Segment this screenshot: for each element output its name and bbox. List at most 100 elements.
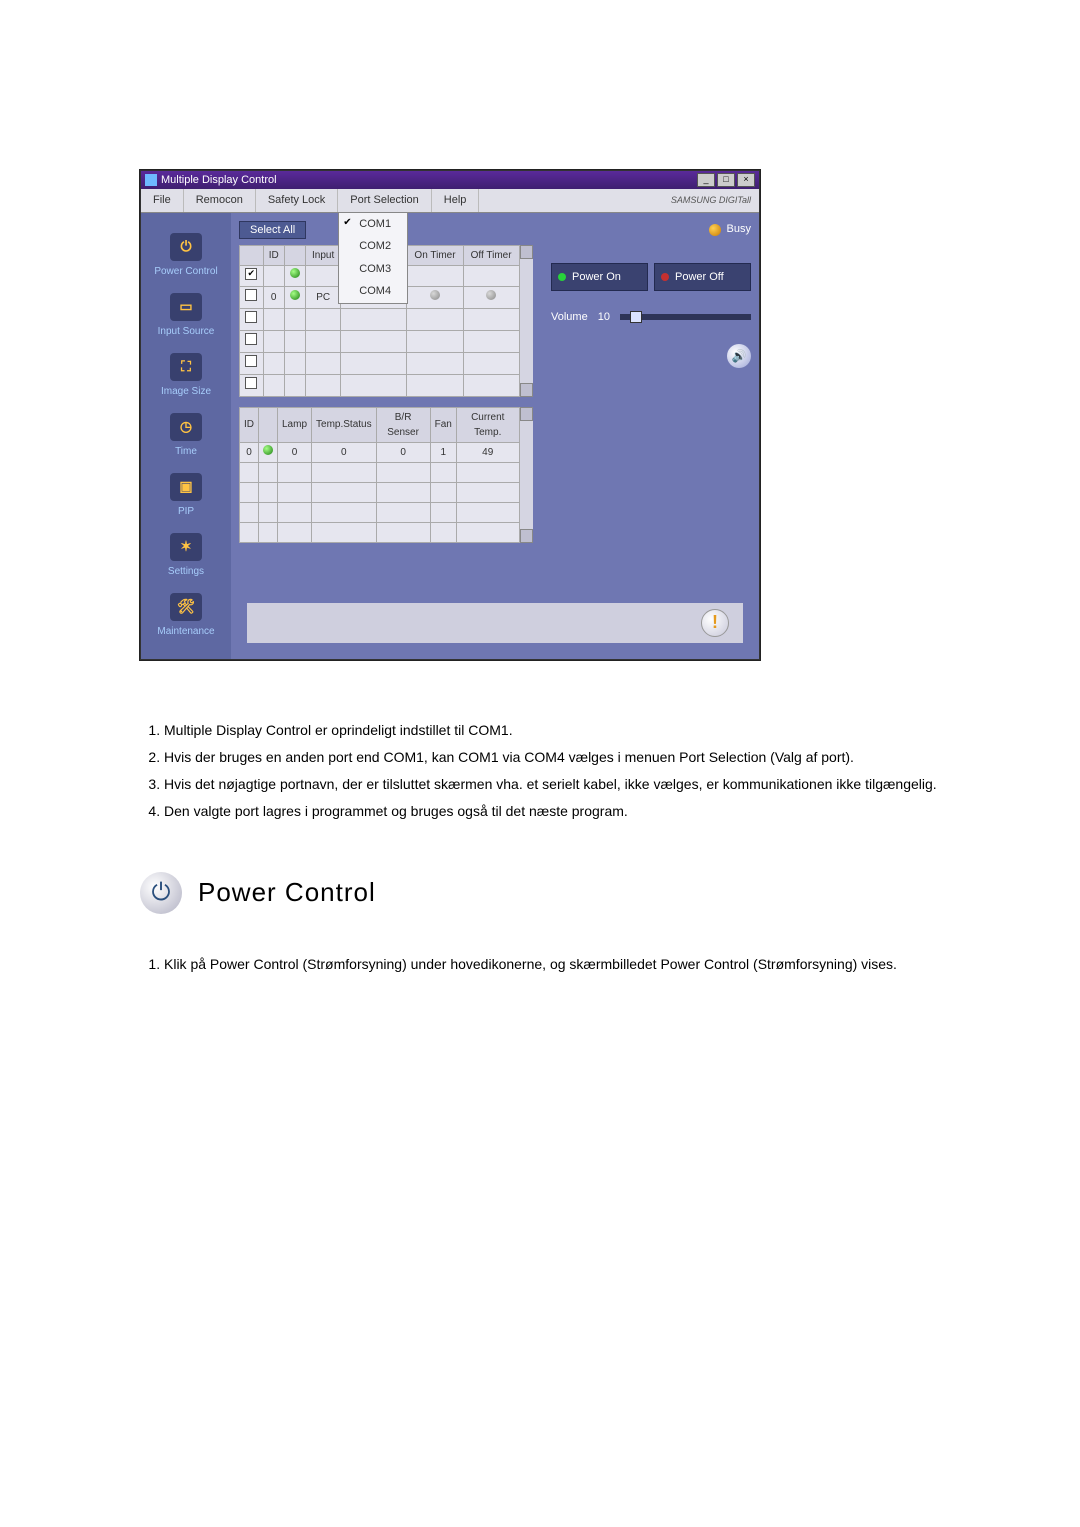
steps-list: Klik på Power Control (Strømforsyning) u… [140, 954, 940, 975]
step-item: Klik på Power Control (Strømforsyning) u… [164, 954, 940, 975]
section-title: Power Control [198, 873, 376, 912]
menu-remocon[interactable]: Remocon [184, 189, 256, 212]
note-item: Den valgte port lagres i programmet og b… [164, 801, 940, 822]
table-row[interactable] [240, 308, 520, 330]
row-checkbox[interactable] [245, 268, 257, 280]
table-row[interactable] [240, 330, 520, 352]
port-option-com4[interactable]: COM4 [339, 280, 407, 303]
maximize-button[interactable]: □ [717, 173, 735, 187]
table-row[interactable] [240, 502, 520, 522]
scroll-up-icon[interactable] [520, 407, 533, 421]
power-on-button[interactable]: Power On [551, 263, 648, 292]
busy-led-icon [709, 224, 721, 236]
sidebar-item-time[interactable]: ◷ Time [170, 413, 202, 459]
right-panel: Power On Power Off Volume 10 [551, 245, 751, 595]
port-option-com1[interactable]: COM1 [339, 213, 407, 236]
th-input: Input [306, 245, 341, 265]
port-dropdown: COM1 COM2 COM3 COM4 [338, 212, 408, 304]
power-off-label: Power Off [675, 269, 724, 286]
power-section-icon: ⏻ [140, 872, 182, 914]
select-all-button[interactable]: Select All [239, 221, 306, 239]
scroll-down-icon[interactable] [520, 529, 533, 543]
sidebar-settings-label: Settings [168, 566, 204, 577]
scrollbar[interactable] [520, 407, 533, 543]
menu-port-selection[interactable]: Port Selection COM1 COM2 COM3 COM4 [338, 189, 431, 212]
th2-br: B/R Senser [376, 407, 430, 442]
scrollbar[interactable] [520, 245, 533, 397]
volume-thumb[interactable] [630, 311, 642, 323]
menu-safety-lock[interactable]: Safety Lock [256, 189, 338, 212]
note-item: Hvis det nøjagtige portnavn, der er tils… [164, 774, 940, 795]
close-button[interactable]: × [737, 173, 755, 187]
sidebar-item-image-size[interactable]: ⛶ Image Size [161, 353, 211, 399]
th-ontimer: On Timer [407, 245, 463, 265]
th2-ctemp: Current Temp. [456, 407, 519, 442]
row-checkbox[interactable] [245, 355, 257, 367]
maintenance-icon: 🛠 [170, 593, 202, 621]
th-check [240, 245, 264, 265]
sidebar-time-label: Time [175, 446, 197, 457]
power-off-led-icon [661, 273, 669, 281]
menu-port-selection-label: Port Selection [350, 194, 418, 206]
status-led-icon [290, 290, 300, 300]
status-table: ID Lamp Temp.Status B/R Senser Fan Curre… [239, 407, 520, 543]
th-id: ID [263, 245, 284, 265]
section-header: ⏻ Power Control [140, 872, 940, 914]
row-checkbox[interactable] [245, 333, 257, 345]
input-source-icon: ▭ [170, 293, 202, 321]
sidebar-pip-label: PIP [178, 506, 194, 517]
notes-list: Multiple Display Control er oprindeligt … [140, 720, 940, 822]
menu-file[interactable]: File [141, 189, 184, 212]
info-bar: ! [247, 603, 743, 643]
note-item: Hvis der bruges en anden port end COM1, … [164, 747, 940, 768]
power-on-led-icon [558, 273, 566, 281]
pip-icon: ▣ [170, 473, 202, 501]
table-row[interactable] [240, 352, 520, 374]
menubar: File Remocon Safety Lock Port Selection … [141, 189, 759, 213]
menu-help[interactable]: Help [432, 189, 480, 212]
speaker-icon[interactable]: 🔊 [727, 344, 751, 368]
sidebar-maint-label: Maintenance [157, 626, 214, 637]
status-led-icon [263, 445, 273, 455]
th2-lamp: Lamp [278, 407, 312, 442]
th2-tstat: Temp.Status [312, 407, 377, 442]
table-row[interactable]: 0 0 0 0 1 49 [240, 442, 520, 462]
row-checkbox[interactable] [245, 377, 257, 389]
note-item: Multiple Display Control er oprindeligt … [164, 720, 940, 741]
sidebar-item-maintenance[interactable]: 🛠 Maintenance [157, 593, 214, 639]
port-option-com3[interactable]: COM3 [339, 258, 407, 281]
row-checkbox[interactable] [245, 289, 257, 301]
volume-value: 10 [598, 309, 610, 326]
scroll-up-icon[interactable] [520, 245, 533, 259]
table-header-row: ID Lamp Temp.Status B/R Senser Fan Curre… [240, 407, 520, 442]
sidebar-item-input-source[interactable]: ▭ Input Source [158, 293, 215, 339]
sidebar-input-label: Input Source [158, 326, 215, 337]
busy-label: Busy [727, 221, 751, 238]
sidebar-item-settings[interactable]: ✶ Settings [168, 533, 204, 579]
th-led [284, 245, 305, 265]
row-checkbox[interactable] [245, 311, 257, 323]
window-title: Multiple Display Control [161, 172, 277, 189]
table-row[interactable] [240, 482, 520, 502]
scroll-down-icon[interactable] [520, 383, 533, 397]
timer-led-icon [430, 290, 440, 300]
volume-slider[interactable] [620, 314, 751, 320]
minimize-button[interactable]: _ [697, 173, 715, 187]
sidebar-item-power-control[interactable]: ⏻ Power Control [154, 233, 217, 279]
sidebar-size-label: Image Size [161, 386, 211, 397]
th2-fan: Fan [430, 407, 456, 442]
th2-id: ID [240, 407, 259, 442]
power-off-button[interactable]: Power Off [654, 263, 751, 292]
table-row[interactable] [240, 522, 520, 542]
volume-label: Volume [551, 309, 588, 326]
sidebar-item-pip[interactable]: ▣ PIP [170, 473, 202, 519]
app-window: Multiple Display Control _ □ × File Remo… [140, 170, 760, 660]
info-icon: ! [701, 609, 729, 637]
port-option-com2[interactable]: COM2 [339, 235, 407, 258]
table-row[interactable] [240, 462, 520, 482]
table-row[interactable] [240, 374, 520, 396]
main-panel: Select All Busy ID In [231, 213, 759, 659]
app-icon [145, 174, 157, 186]
image-size-icon: ⛶ [170, 353, 202, 381]
power-icon: ⏻ [170, 233, 202, 261]
